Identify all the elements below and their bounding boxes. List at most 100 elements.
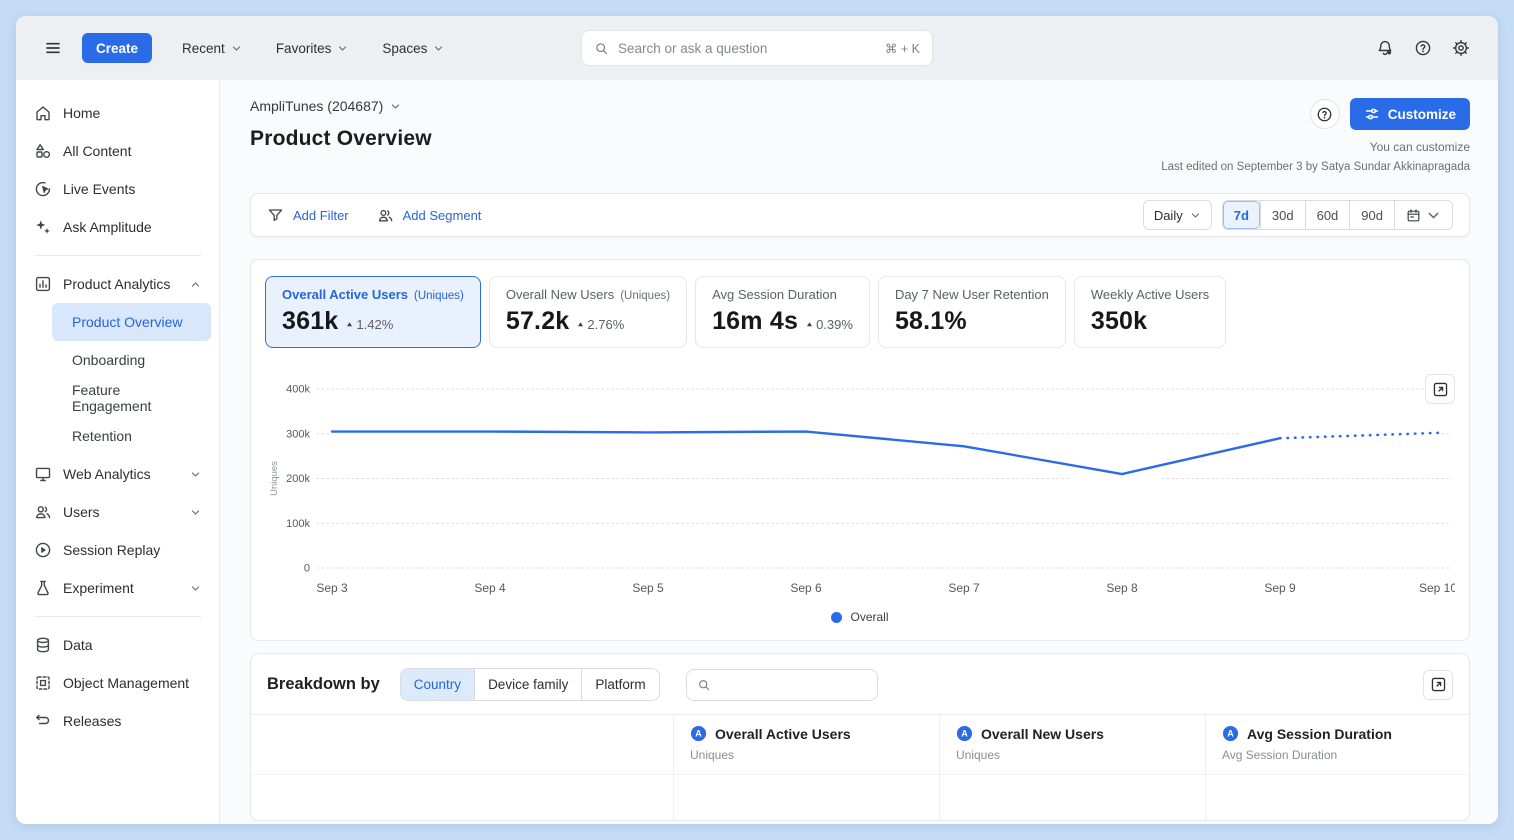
metric-card-overall-active-users[interactable]: Overall Active Users(Uniques) 361k1.42% xyxy=(265,276,481,348)
svg-text:A: A xyxy=(1227,729,1234,739)
sidebar-item-label: Feature Engagement xyxy=(72,382,201,414)
metric-title-text: Avg Session Duration xyxy=(712,287,837,302)
sidebar-item-users[interactable]: Users xyxy=(24,493,211,531)
breakdown-group-column xyxy=(251,715,673,774)
breakdown-search[interactable] xyxy=(686,669,878,701)
chevron-down-icon xyxy=(231,43,242,54)
metric-value: 350k xyxy=(1091,307,1147,336)
sidebar-item-releases[interactable]: Releases xyxy=(24,702,211,740)
metric-delta: 0.39% xyxy=(805,317,853,332)
granularity-value: Daily xyxy=(1154,208,1183,223)
column-header-avg-session-duration[interactable]: AAvg Session DurationAvg Session Duratio… xyxy=(1205,715,1470,774)
metric-delta-value: 2.76% xyxy=(587,317,624,332)
range-30d[interactable]: 30d xyxy=(1260,201,1305,229)
segment-users-icon xyxy=(377,207,394,224)
chevron-down-icon xyxy=(190,469,201,480)
breakdown-expand-button[interactable] xyxy=(1423,670,1453,700)
svg-text:0: 0 xyxy=(304,563,310,575)
create-button[interactable]: Create xyxy=(82,33,152,63)
releases-icon xyxy=(34,712,52,730)
column-header-overall-active-users[interactable]: AOverall Active UsersUniques xyxy=(673,715,939,774)
metric-value-row: 361k1.42% xyxy=(282,307,464,336)
notifications-button[interactable] xyxy=(1370,33,1400,63)
menu-favorites[interactable]: Favorites xyxy=(276,41,349,56)
metric-value-row: 57.2k2.76% xyxy=(506,307,670,336)
range-7d[interactable]: 7d xyxy=(1223,201,1260,229)
search-input[interactable] xyxy=(618,41,876,56)
customize-button[interactable]: Customize xyxy=(1350,98,1470,130)
sidebar-item-live-events[interactable]: Live Events xyxy=(24,170,211,208)
column-header-overall-new-users[interactable]: AOverall New UsersUniques xyxy=(939,715,1205,774)
breakdown-tab-device-family[interactable]: Device family xyxy=(474,669,581,700)
sidebar-item-retention[interactable]: Retention xyxy=(52,417,211,455)
project-picker[interactable]: AmpliTunes (204687) xyxy=(250,98,401,114)
sidebar-divider xyxy=(34,255,201,256)
sidebar-item-label: Data xyxy=(63,637,93,653)
expand-icon xyxy=(1430,676,1447,693)
sidebar-item-all-content[interactable]: All Content xyxy=(24,132,211,170)
breakdown-tab-country[interactable]: Country xyxy=(401,669,474,700)
svg-text:Sep 6: Sep 6 xyxy=(790,581,822,595)
hamburger-menu-button[interactable] xyxy=(38,33,68,63)
top-navbar: Create Recent Favorites Spaces ⌘ + K xyxy=(16,16,1498,80)
range-60d[interactable]: 60d xyxy=(1305,201,1350,229)
sidebar-item-web-analytics[interactable]: Web Analytics xyxy=(24,455,211,493)
sidebar-item-label: Product Analytics xyxy=(63,276,170,292)
settings-button[interactable] xyxy=(1446,33,1476,63)
chevron-down-icon xyxy=(433,43,444,54)
topbar-menus: Recent Favorites Spaces xyxy=(182,41,444,56)
range-90d[interactable]: 90d xyxy=(1349,201,1394,229)
calendar-icon xyxy=(1406,208,1421,223)
chart-expand-button[interactable] xyxy=(1425,374,1455,404)
search-icon xyxy=(594,41,609,56)
menu-spaces[interactable]: Spaces xyxy=(382,41,444,56)
breakdown-search-input[interactable] xyxy=(719,677,895,692)
sidebar-item-feature-engagement[interactable]: Feature Engagement xyxy=(52,379,211,417)
column-title: AOverall Active Users xyxy=(690,725,923,742)
add-segment-label: Add Segment xyxy=(403,208,482,223)
page-help-button[interactable] xyxy=(1310,99,1340,129)
sidebar-item-experiment[interactable]: Experiment xyxy=(24,569,211,607)
metric-a-icon: A xyxy=(1222,725,1239,742)
app-window: Create Recent Favorites Spaces ⌘ + K Home A… xyxy=(16,16,1498,824)
metric-card-weekly-active-users[interactable]: Weekly Active Users350k xyxy=(1074,276,1226,348)
sidebar-item-label: Session Replay xyxy=(63,542,160,558)
chevron-down-icon xyxy=(390,101,401,112)
sidebar-item-product-analytics[interactable]: Product Analytics xyxy=(24,265,211,303)
metric-card-avg-session-duration[interactable]: Avg Session Duration16m 4s0.39% xyxy=(695,276,870,348)
sidebar-item-onboarding[interactable]: Onboarding xyxy=(52,341,211,379)
sidebar-item-session-replay[interactable]: Session Replay xyxy=(24,531,211,569)
date-picker-button[interactable] xyxy=(1394,201,1452,229)
add-segment-button[interactable]: Add Segment xyxy=(377,207,482,224)
metric-value: 58.1% xyxy=(895,307,967,336)
column-title: AOverall New Users xyxy=(956,725,1189,742)
caret-up-icon xyxy=(345,320,354,329)
svg-text:Sep 3: Sep 3 xyxy=(316,581,348,595)
sidebar-item-product-overview[interactable]: Product Overview xyxy=(52,303,211,341)
add-filter-button[interactable]: Add Filter xyxy=(267,207,349,224)
sidebar-item-data[interactable]: Data xyxy=(24,626,211,664)
breakdown-table-header: AOverall Active UsersUniquesAOverall New… xyxy=(251,714,1469,774)
column-title-text: Avg Session Duration xyxy=(1247,726,1392,742)
breakdown-tab-platform[interactable]: Platform xyxy=(581,669,658,700)
sparkle-icon xyxy=(34,218,52,236)
all-content-icon xyxy=(34,142,52,160)
granularity-select[interactable]: Daily xyxy=(1143,200,1212,230)
sidebar-item-ask-amplitude[interactable]: Ask Amplitude xyxy=(24,208,211,246)
sidebar-item-object-management[interactable]: Object Management xyxy=(24,664,211,702)
sidebar-item-home[interactable]: Home xyxy=(24,94,211,132)
chart-card: Overall Active Users(Uniques)361k1.42%Ov… xyxy=(250,259,1470,641)
date-range-group: 7d30d60d90d xyxy=(1222,200,1453,230)
line-chart[interactable]: 400k300k200k100k0UniquesSep 3Sep 4Sep 5S… xyxy=(265,370,1455,602)
page-title: Product Overview xyxy=(250,127,432,151)
menu-recent[interactable]: Recent xyxy=(182,41,242,56)
flask-icon xyxy=(34,579,52,597)
menu-label: Favorites xyxy=(276,41,332,56)
metric-card-day-7-new-user-retention[interactable]: Day 7 New User Retention58.1% xyxy=(878,276,1066,348)
metric-title: Overall Active Users(Uniques) xyxy=(282,287,464,302)
sidebar-item-label: Home xyxy=(63,105,100,121)
metric-card-overall-new-users[interactable]: Overall New Users(Uniques)57.2k2.76% xyxy=(489,276,687,348)
help-button[interactable] xyxy=(1408,33,1438,63)
global-search[interactable]: ⌘ + K xyxy=(581,30,933,66)
metric-delta: 2.76% xyxy=(576,317,624,332)
